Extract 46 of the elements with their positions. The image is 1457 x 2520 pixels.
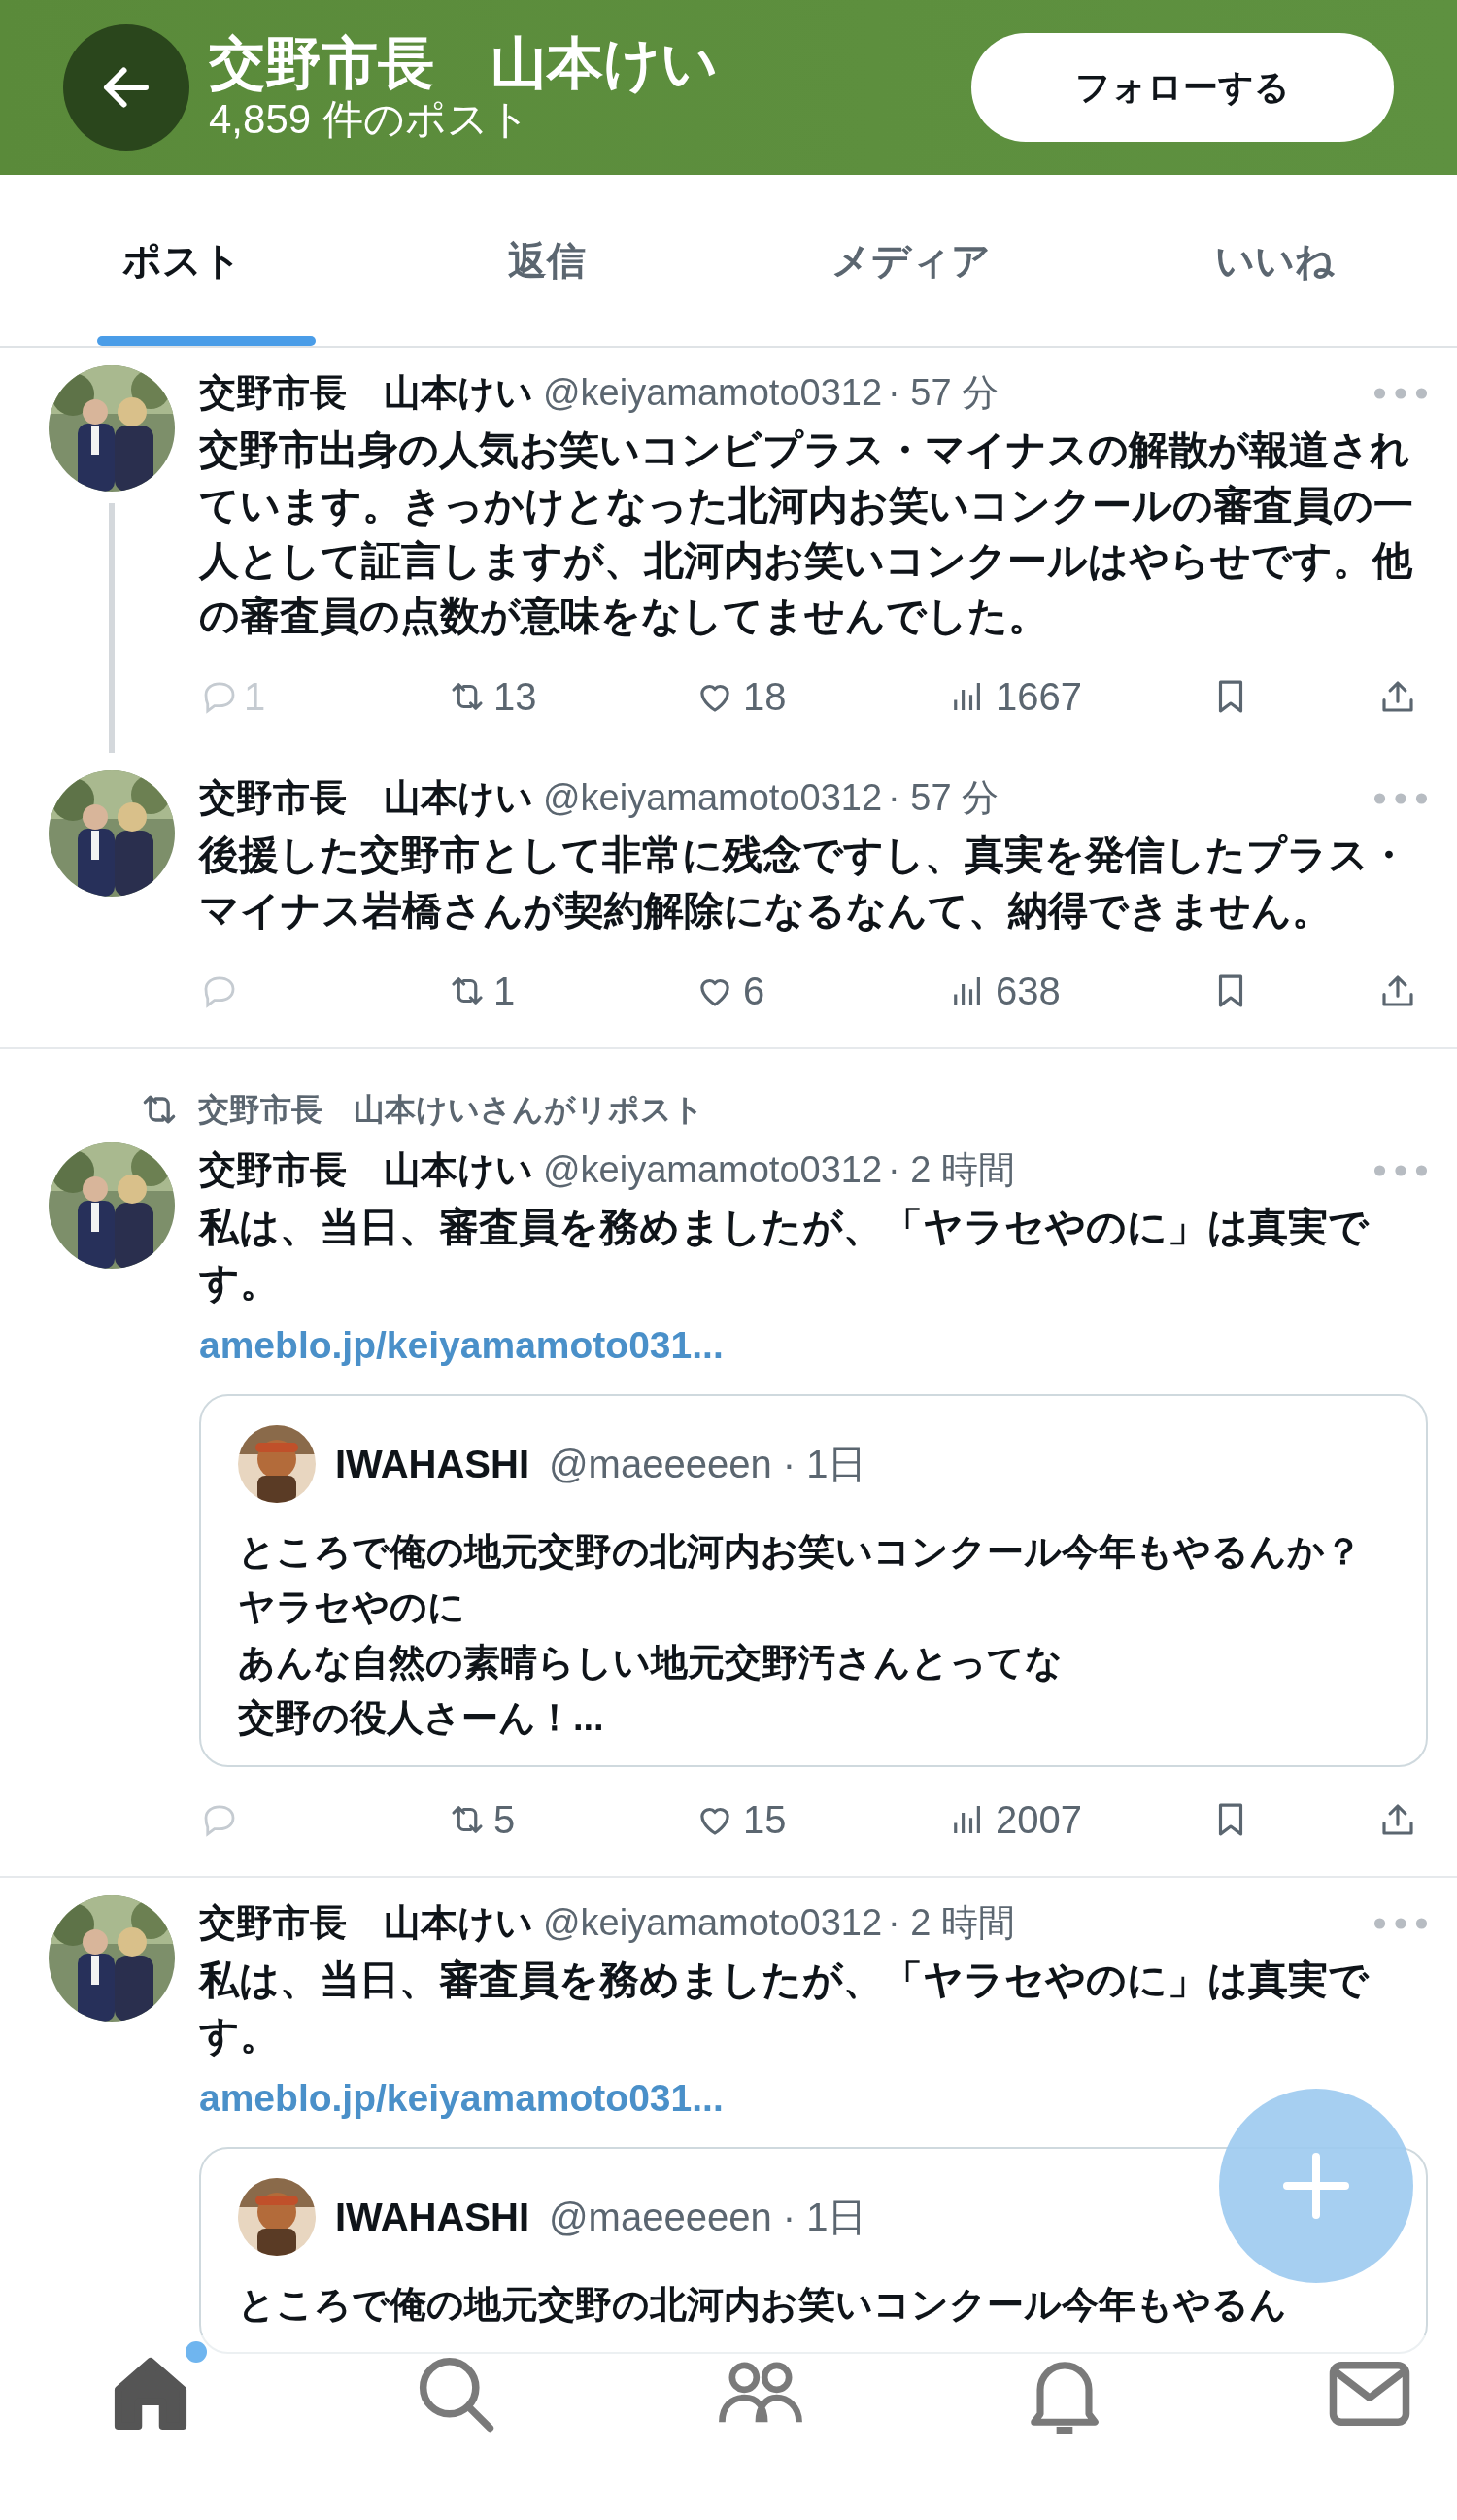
- repost-count: 13: [493, 674, 537, 720]
- view-count: 638: [996, 969, 1061, 1014]
- author-name: 交野市長 山本けい: [199, 1148, 533, 1192]
- repost-count: 5: [493, 1797, 516, 1843]
- profile-tab[interactable]: 返信: [364, 175, 728, 346]
- post-time: · 57 分: [888, 371, 1000, 415]
- author-name: 交野市長 山本けい: [199, 776, 533, 820]
- post-link[interactable]: ameblo.jp/keiyamamoto031...: [199, 2069, 1428, 2128]
- post-text: 後援した交野市として非常に残念ですし、真実を発信したプラス・マイナス岩橋さんが契約解除になるなんて、納得できません。: [199, 832, 1409, 935]
- quote-card[interactable]: IWAHASHI @maeeeeen · 1日 ところで俺の地元交野の北河内お笑いコンクール今年もやるんか？ ヤラセやのに あんな自然の素晴らしい地元交野汚さんとってな 交野の役人さーん！...: [199, 1394, 1428, 1767]
- post-text: 交野市出身の人気お笑いコンビプラス・マイナスの解散が報道されています。きっかけとなった北河内お笑いコンクールの審査員の一人として証言しますが、北河内お笑いコンクールはやらせです。他の審査員の点数が意味をなしてませんでした。: [199, 426, 1414, 640]
- view-count: 2007: [996, 1797, 1082, 1843]
- post-time: · 2 時間: [888, 1901, 1015, 1945]
- post-time: · 2 時間: [888, 1148, 1015, 1192]
- quote-author-name: IWAHASHI: [335, 1442, 529, 1487]
- repost-label: 交野市長 山本けいさんがリポスト: [198, 1091, 704, 1129]
- post-link[interactable]: ameblo.jp/keiyamamoto031...: [199, 1316, 1428, 1375]
- author-handle: @keiyamamoto0312: [543, 371, 883, 415]
- like-count: 15: [743, 1797, 787, 1843]
- author-name: 交野市長 山本けい: [199, 1901, 533, 1945]
- post-count: 4,859 件のポスト: [209, 95, 531, 144]
- quote-author-name: IWAHASHI: [335, 2195, 529, 2240]
- repost-count: 1: [493, 969, 516, 1014]
- post-time: · 57 分: [888, 776, 1000, 820]
- like-count: 6: [743, 969, 765, 1014]
- profile-tab[interactable]: メディア: [728, 175, 1093, 346]
- quote-text: ところで俺の地元交野の北河内お笑いコンクール今年もやるん: [238, 2283, 1288, 2327]
- like-count: 18: [743, 674, 787, 720]
- author-handle: @keiyamamoto0312: [543, 776, 883, 820]
- follow-button[interactable]: フォローする: [971, 33, 1394, 142]
- author-handle: @keiyamamoto0312: [543, 1148, 883, 1192]
- profile-title: 交野市長 山本けい: [209, 31, 718, 95]
- quote-author-handle: @maeeeeen · 1日: [549, 2195, 867, 2240]
- post-text: 私は、当日、審査員を務めましたが、「ヤラセやのに」は真実です。: [199, 1957, 1371, 2060]
- quote-author-handle: @maeeeeen · 1日: [549, 1442, 867, 1487]
- quote-text: あんな自然の素晴らしい地元交野汚さんとってな: [238, 1641, 1064, 1685]
- reply-count: 1: [244, 674, 266, 720]
- post-text: 私は、当日、審査員を務めましたが、「ヤラセやのに」は真実です。: [199, 1204, 1371, 1307]
- author-name: 交野市長 山本けい: [199, 371, 533, 415]
- quote-text: ところで俺の地元交野の北河内お笑いコンクール今年もやるんか？: [238, 1530, 1363, 1574]
- view-count: 1667: [996, 674, 1082, 720]
- profile-tab[interactable]: ポスト: [0, 175, 364, 346]
- author-handle: @keiyamamoto0312: [543, 1901, 883, 1945]
- quote-text: 交野の役人さーん！...: [238, 1696, 605, 1740]
- quote-text: ヤラセやのに: [238, 1585, 466, 1629]
- profile-tab[interactable]: いいね: [1093, 175, 1457, 346]
